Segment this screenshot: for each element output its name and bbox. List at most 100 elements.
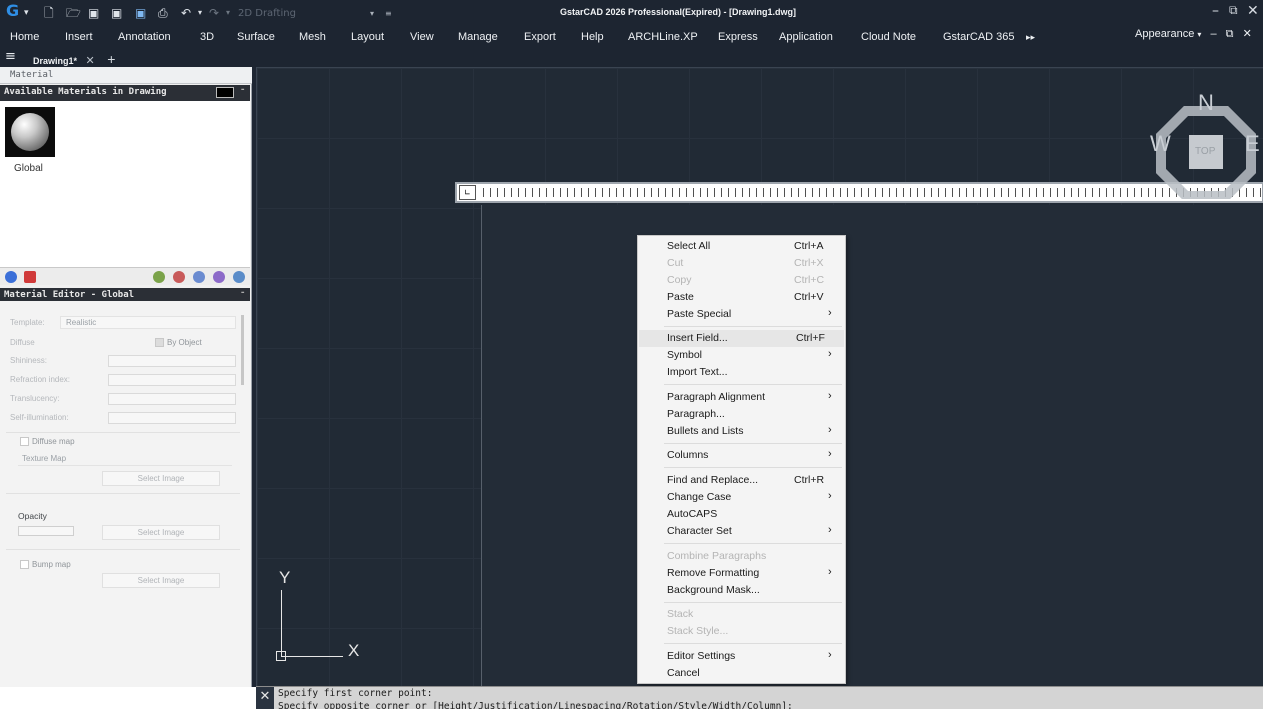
menu-item-paste[interactable]: Paste Ctrl+V	[639, 289, 844, 306]
refraction-index-slider[interactable]	[108, 374, 236, 386]
restore-icon[interactable]: ⧉	[1229, 3, 1238, 18]
template-select[interactable]: Realistic	[60, 316, 236, 329]
menu-item-bullets-lists[interactable]: Bullets and Lists ›	[639, 423, 844, 440]
open-file-icon[interactable]: 🗁	[66, 5, 81, 21]
menu-view[interactable]: View	[410, 31, 434, 43]
swatch-color-toggle[interactable]	[216, 87, 234, 98]
menu-item-combine-paragraphs[interactable]: Combine Paragraphs	[639, 548, 844, 565]
menu-item-copy[interactable]: Copy Ctrl+C	[639, 272, 844, 289]
editor-scrollbar[interactable]	[241, 315, 244, 385]
bump-select-image-button[interactable]: Select Image	[102, 573, 220, 588]
menu-3d[interactable]: 3D	[200, 31, 214, 43]
hamburger-icon[interactable]: ≡	[5, 49, 16, 64]
mtext-ruler[interactable]: ∟	[455, 182, 1263, 203]
menu-item-character-set[interactable]: Character Set ›	[639, 523, 844, 540]
purge-materials-icon[interactable]	[24, 271, 36, 283]
mtext-editor-area[interactable]	[481, 205, 1263, 687]
tab-drawing1[interactable]: Drawing1* ✕ +	[33, 51, 115, 67]
menu-layout[interactable]: Layout	[351, 31, 384, 43]
bump-map-checkbox[interactable]	[20, 560, 29, 569]
remove-material-icon[interactable]	[173, 271, 185, 283]
menu-insert[interactable]: Insert	[65, 31, 93, 43]
symbol-label: Symbol	[667, 349, 703, 361]
app-menu-dropdown-icon[interactable]: ▾	[24, 5, 29, 21]
menu-item-select-all[interactable]: Select All Ctrl+A	[639, 238, 844, 255]
menu-item-background-mask[interactable]: Background Mask...	[639, 582, 844, 599]
save-as-icon[interactable]: ▣	[111, 5, 122, 21]
menu-export[interactable]: Export	[524, 31, 556, 43]
appearance-menu[interactable]: Appearance ▾ – ⧉ ✕	[1135, 27, 1252, 41]
more-menus-icon[interactable]: ▸▸	[1026, 32, 1035, 43]
viewcube-top-face[interactable]: TOP	[1195, 146, 1215, 157]
translucency-slider[interactable]	[108, 393, 236, 405]
viewcube[interactable]: N W E TOP	[1150, 90, 1260, 199]
menu-item-change-case[interactable]: Change Case ›	[639, 489, 844, 506]
command-line[interactable]: ✕ Specify first corner point: Specify op…	[256, 686, 1263, 709]
tab-stop-icon[interactable]: ∟	[459, 185, 476, 200]
menu-surface[interactable]: Surface	[237, 31, 275, 43]
menu-item-paragraph-alignment[interactable]: Paragraph Alignment ›	[639, 389, 844, 406]
menu-item-symbol[interactable]: Symbol ›	[639, 347, 844, 364]
document-tab-bar: ≡ Drawing1* ✕ +	[0, 49, 1263, 67]
menu-help[interactable]: Help	[581, 31, 604, 43]
material-library-icon[interactable]	[213, 271, 225, 283]
menu-express[interactable]: Express	[718, 31, 758, 43]
menu-mesh[interactable]: Mesh	[299, 31, 326, 43]
collapse-icon[interactable]: -	[240, 85, 245, 95]
material-swatch-global[interactable]	[5, 107, 55, 157]
diffuse-map-checkbox[interactable]	[20, 437, 29, 446]
restore-drawing-icon[interactable]: ⧉	[1226, 28, 1234, 40]
close-icon[interactable]: ✕	[1247, 3, 1259, 19]
undo-dropdown-icon[interactable]: ▾	[198, 5, 202, 21]
display-options-icon[interactable]	[233, 271, 245, 283]
menu-item-stack[interactable]: Stack	[639, 606, 844, 623]
create-material-icon[interactable]	[5, 271, 17, 283]
menu-item-columns[interactable]: Columns ›	[639, 447, 844, 464]
shininess-slider[interactable]	[108, 355, 236, 367]
menu-item-cut[interactable]: Cut Ctrl+X	[639, 255, 844, 272]
menu-manage[interactable]: Manage	[458, 31, 498, 43]
opacity-select-image-button[interactable]: Select Image	[102, 525, 220, 540]
menu-item-stack-style[interactable]: Stack Style...	[639, 623, 844, 640]
texture-map-select[interactable]: Texture Map	[18, 453, 232, 466]
by-object-checkbox[interactable]	[155, 338, 164, 347]
close-tab-icon[interactable]: ✕	[86, 55, 95, 67]
redo-dropdown-icon[interactable]: ▾	[226, 5, 230, 21]
find-replace-label: Find and Replace...	[667, 474, 759, 486]
apply-to-objects-icon[interactable]	[153, 271, 165, 283]
select-objects-icon[interactable]	[193, 271, 205, 283]
menu-item-cancel[interactable]: Cancel	[639, 665, 844, 682]
undo-icon[interactable]: ↶	[181, 5, 191, 21]
diffuse-select-image-button[interactable]: Select Image	[102, 471, 220, 486]
menu-archline[interactable]: ARCHLine.XP	[628, 31, 698, 43]
menu-cloud-note[interactable]: Cloud Note	[861, 31, 916, 43]
menu-gstarcad-365[interactable]: GstarCAD 365	[943, 31, 1015, 43]
new-file-icon[interactable]: 🗋	[44, 5, 54, 21]
menu-item-paste-special[interactable]: Paste Special ›	[639, 306, 844, 323]
close-command-line-icon[interactable]: ✕	[256, 687, 274, 709]
new-tab-icon[interactable]: +	[107, 51, 115, 67]
collapse-icon[interactable]: -	[240, 288, 245, 298]
opacity-slider[interactable]	[18, 526, 74, 536]
menu-item-remove-formatting[interactable]: Remove Formatting ›	[639, 565, 844, 582]
menu-item-import-text[interactable]: Import Text...	[639, 364, 844, 381]
self-illumination-slider[interactable]	[108, 412, 236, 424]
workspace-select[interactable]: 2D Drafting ▾ ≡	[232, 5, 392, 22]
publish-icon[interactable]: ▣	[135, 5, 146, 21]
menu-item-paragraph[interactable]: Paragraph...	[639, 406, 844, 423]
menu-item-insert-field[interactable]: Insert Field... Ctrl+F	[639, 330, 844, 347]
plot-icon[interactable]: ⎙	[158, 5, 168, 21]
close-drawing-icon[interactable]: ✕	[1243, 28, 1252, 40]
menu-home[interactable]: Home	[10, 31, 39, 43]
customize-icon[interactable]: ≡	[385, 5, 392, 22]
app-logo-icon[interactable]: G	[6, 3, 19, 19]
menu-item-find-replace[interactable]: Find and Replace... Ctrl+R	[639, 472, 844, 489]
menu-application[interactable]: Application	[779, 31, 833, 43]
menu-annotation[interactable]: Annotation	[118, 31, 171, 43]
menu-item-editor-settings[interactable]: Editor Settings ›	[639, 648, 844, 665]
minimize-drawing-icon[interactable]: –	[1210, 28, 1216, 40]
menu-item-autocaps[interactable]: AutoCAPS	[639, 506, 844, 523]
redo-icon[interactable]: ↷	[209, 5, 219, 21]
save-icon[interactable]: ▣	[88, 5, 99, 21]
minimize-icon[interactable]: –	[1212, 3, 1219, 19]
